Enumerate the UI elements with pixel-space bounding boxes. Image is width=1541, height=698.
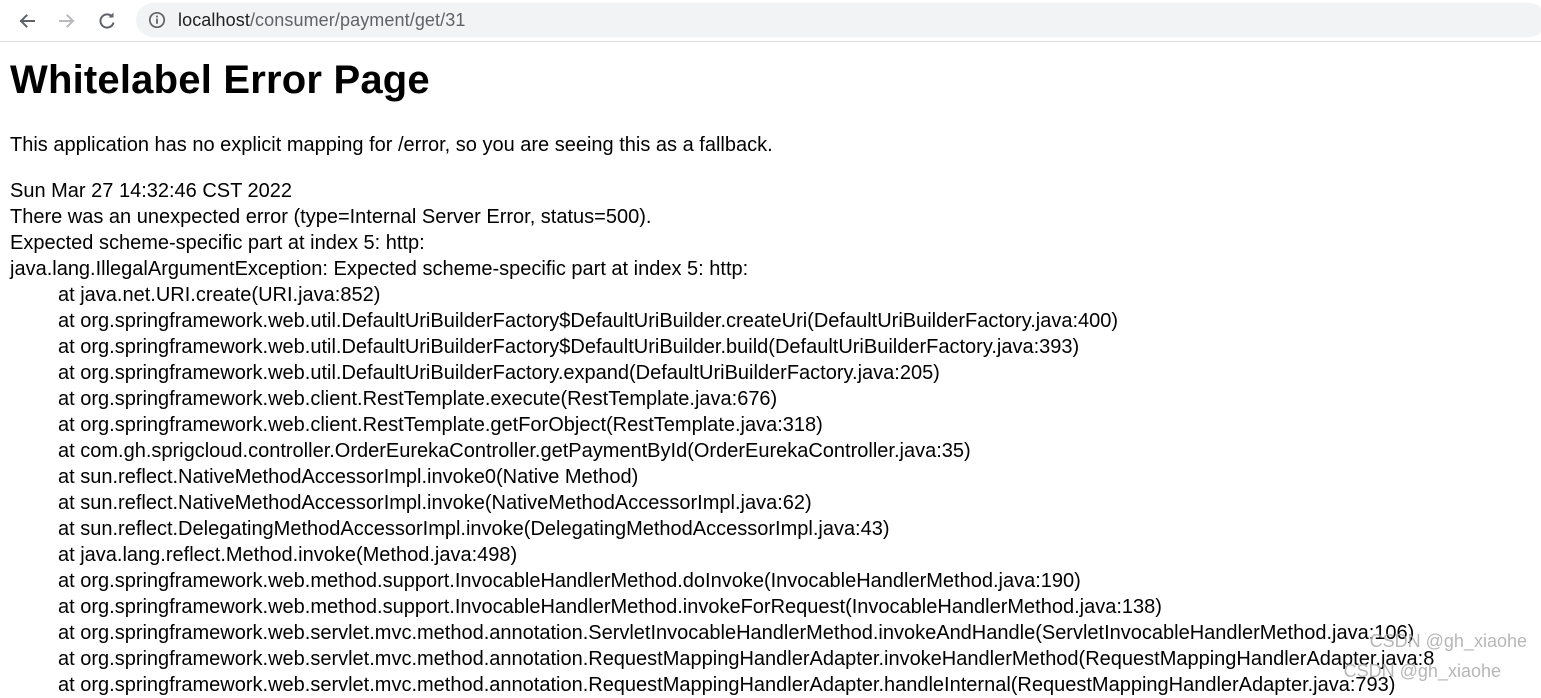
reload-icon [97,11,117,31]
page-title: Whitelabel Error Page [10,58,430,102]
stack-trace-line: at org.springframework.web.client.RestTe… [58,388,778,410]
url-host: localhost [178,10,250,30]
stack-trace-line: at org.springframework.web.client.RestTe… [58,414,823,436]
error-summary: There was an unexpected error (type=Inte… [10,206,652,228]
stack-trace-line: at org.springframework.web.servlet.mvc.m… [58,648,1435,670]
stack-trace-line: at java.lang.reflect.Method.invoke(Metho… [58,544,518,566]
back-button[interactable] [11,5,43,37]
url-text: localhost/consumer/payment/get/31 [178,10,465,30]
stack-trace-line: at org.springframework.web.servlet.mvc.m… [58,622,1415,644]
watermark: CSDN @gh_xiaohe [1369,631,1527,651]
stack-trace-line: at sun.reflect.DelegatingMethodAccessorI… [58,518,890,540]
error-details: Sun Mar 27 14:32:46 CST 2022 There was a… [10,178,1434,698]
error-message: Expected scheme-specific part at index 5… [10,232,425,254]
stack-trace: at java.net.URI.create(URI.java:852) at … [10,282,1434,698]
stack-trace-line: at java.net.URI.create(URI.java:852) [58,284,381,306]
info-icon[interactable] [148,11,166,29]
exception-line: java.lang.IllegalArgumentException: Expe… [10,258,749,280]
stack-trace-line: at org.springframework.web.util.DefaultU… [58,362,940,384]
stack-trace-line: at org.springframework.web.servlet.mvc.m… [58,674,1396,696]
stack-trace-line: at sun.reflect.NativeMethodAccessorImpl.… [58,492,812,514]
fallback-message: This application has no explicit mapping… [10,134,773,156]
stack-trace-line: at org.springframework.web.util.DefaultU… [58,336,1080,358]
stack-trace-line: at org.springframework.web.method.suppor… [58,570,1081,592]
arrow-right-icon [57,11,77,31]
error-timestamp: Sun Mar 27 14:32:46 CST 2022 [10,180,293,202]
watermark: CSDN @gh_xiaohe [1343,661,1501,681]
arrow-left-icon [17,11,37,31]
address-bar[interactable]: localhost/consumer/payment/get/31 [136,3,1541,37]
stack-trace-line: at org.springframework.web.util.DefaultU… [58,310,1119,332]
stack-trace-line: at com.gh.sprigcloud.controller.OrderEur… [58,440,971,462]
page-content: Whitelabel Error Page This application h… [10,52,1541,696]
reload-button[interactable] [91,5,123,37]
browser-toolbar: localhost/consumer/payment/get/31 [0,0,1541,42]
stack-trace-line: at org.springframework.web.method.suppor… [58,596,1162,618]
url-path: /consumer/payment/get/31 [249,10,466,30]
forward-button[interactable] [51,5,83,37]
stack-trace-line: at sun.reflect.NativeMethodAccessorImpl.… [58,466,639,488]
